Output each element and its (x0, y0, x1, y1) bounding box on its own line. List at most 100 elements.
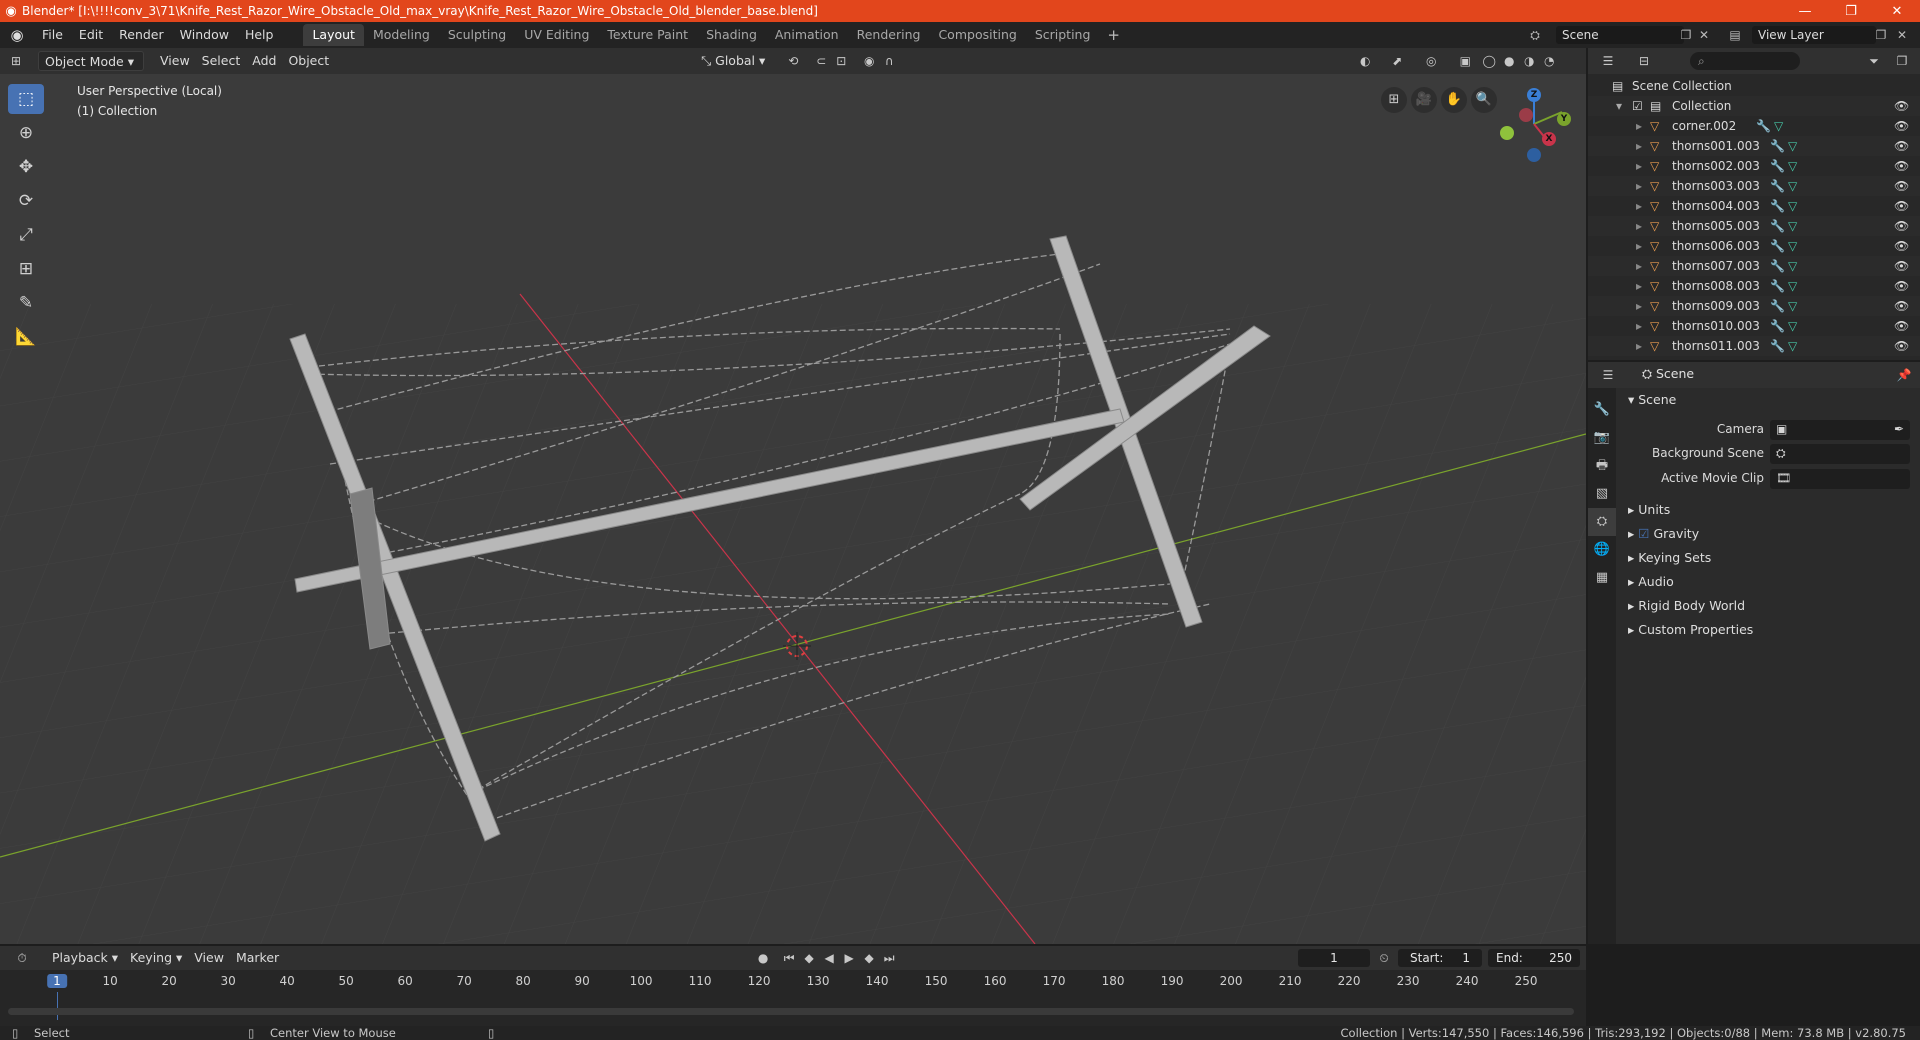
menu-view[interactable]: View (154, 51, 196, 71)
expand-icon[interactable]: ▸ (1636, 236, 1642, 256)
eye-icon[interactable]: 👁 (1894, 256, 1909, 276)
camera-field[interactable]: ▣ ✒ (1770, 420, 1910, 440)
play-icon[interactable]: ▶ (839, 948, 859, 968)
timeline-scrollbar[interactable] (8, 1008, 1574, 1015)
tab-compositing[interactable]: Compositing (929, 24, 1025, 46)
outliner-row-object[interactable]: ▸ ▽ thorns001.003 🔧 ▽ 👁 (1588, 136, 1920, 156)
end-frame-field[interactable]: End: 250 (1488, 949, 1580, 967)
cursor-tool[interactable]: ⊕ (8, 118, 44, 148)
background-scene-field[interactable]: ⛭ (1770, 444, 1910, 464)
proportional-edit-icon[interactable]: ◉ (859, 51, 879, 71)
menu-object[interactable]: Object (282, 51, 335, 71)
modifier-wrench-icon[interactable]: 🔧 (1770, 276, 1785, 296)
mesh-data-icon[interactable]: ▽ (1788, 196, 1797, 216)
pan-view-icon[interactable]: ✋ (1441, 87, 1467, 113)
mesh-data-icon[interactable]: ▽ (1788, 316, 1797, 336)
menu-playback[interactable]: Playback ▾ (46, 948, 124, 968)
rotate-tool[interactable]: ⟳ (8, 186, 44, 216)
custom-properties-panel[interactable]: ▸ Custom Properties (1628, 622, 1753, 637)
expand-icon[interactable]: ▸ (1636, 336, 1642, 356)
expand-icon[interactable]: ▸ (1636, 216, 1642, 236)
world-tab-icon[interactable]: 🌐 (1588, 536, 1616, 564)
menu-keying[interactable]: Keying ▾ (124, 948, 188, 968)
units-panel[interactable]: ▸ Units (1628, 502, 1670, 517)
gizmo-toggle-icon[interactable]: ⬈ (1387, 51, 1407, 71)
modifier-wrench-icon[interactable]: 🔧 (1770, 236, 1785, 256)
gravity-panel[interactable]: ▸ ☑ Gravity (1628, 526, 1699, 541)
outliner-row-object[interactable]: ▸ ▽ corner.002 🔧 ▽ 👁 (1588, 116, 1920, 136)
add-workspace-button[interactable]: + (1099, 24, 1128, 46)
tool-tab-icon[interactable]: 🔧 (1588, 396, 1616, 424)
eye-icon[interactable]: 👁 (1894, 156, 1909, 176)
snap-target-icon[interactable]: ⊡ (831, 51, 851, 71)
outliner-row-object[interactable]: ▸ ▽ thorns002.003 🔧 ▽ 👁 (1588, 156, 1920, 176)
expand-icon[interactable]: ▸ (1636, 316, 1642, 336)
mesh-data-icon[interactable]: ▽ (1788, 136, 1797, 156)
gizmo-neg-z[interactable] (1527, 148, 1541, 162)
start-frame-field[interactable]: Start: 1 (1398, 949, 1482, 967)
menu-window[interactable]: Window (172, 24, 237, 46)
gravity-checkbox[interactable]: ☑ (1638, 526, 1649, 541)
modifier-wrench-icon[interactable]: 🔧 (1770, 196, 1785, 216)
tab-animation[interactable]: Animation (766, 24, 848, 46)
modifier-wrench-icon[interactable]: 🔧 (1770, 256, 1785, 276)
gizmo-neg-x[interactable] (1519, 108, 1533, 122)
outliner-row-object[interactable]: ▸ ▽ thorns009.003 🔧 ▽ 👁 (1588, 296, 1920, 316)
shading-solid-icon[interactable]: ● (1499, 51, 1519, 71)
outliner-row-object[interactable]: ▸ ▽ thorns006.003 🔧 ▽ 👁 (1588, 236, 1920, 256)
outliner-row-object[interactable]: ▸ ▽ thorns004.003 🔧 ▽ 👁 (1588, 196, 1920, 216)
modifier-wrench-icon[interactable]: 🔧 (1756, 116, 1771, 136)
eye-icon[interactable]: 👁 (1894, 296, 1909, 316)
outliner-row-object[interactable]: ▸ ▽ thorns008.003 🔧 ▽ 👁 (1588, 276, 1920, 296)
eye-icon[interactable]: 👁 (1894, 136, 1909, 156)
gizmo-neg-y[interactable] (1500, 126, 1514, 140)
visibility-icon[interactable]: ◐ (1355, 51, 1375, 71)
mesh-data-icon[interactable]: ▽ (1788, 156, 1797, 176)
menu-help[interactable]: Help (237, 24, 282, 46)
outliner-row-scene-collection[interactable]: ▤ Scene Collection (1588, 76, 1920, 96)
maximize-button[interactable]: ❐ (1828, 0, 1874, 22)
tab-sculpting[interactable]: Sculpting (439, 24, 515, 46)
move-tool[interactable]: ✥ (8, 152, 44, 182)
3d-viewport[interactable]: User Perspective (Local) (1) Collection … (0, 74, 1586, 944)
menu-render[interactable]: Render (111, 24, 172, 46)
expand-icon[interactable]: ▸ (1636, 156, 1642, 176)
mesh-data-icon[interactable]: ▽ (1788, 176, 1797, 196)
preview-range-icon[interactable]: ⏲ (1374, 948, 1394, 968)
scene-selector[interactable]: Scene (1556, 26, 1684, 44)
expand-icon[interactable]: ▸ (1636, 116, 1642, 136)
modifier-wrench-icon[interactable]: 🔧 (1770, 156, 1785, 176)
new-scene-icon[interactable]: ❐ (1677, 26, 1695, 44)
overlays-icon[interactable]: ◎ (1421, 51, 1441, 71)
outliner-search-input[interactable]: ⌕ (1690, 52, 1800, 70)
modifier-wrench-icon[interactable]: 🔧 (1770, 336, 1785, 356)
tab-shading[interactable]: Shading (697, 24, 766, 46)
select-box-tool[interactable]: ⬚ (8, 84, 44, 114)
expand-icon[interactable]: ▸ (1636, 276, 1642, 296)
mesh-data-icon[interactable]: ▽ (1774, 116, 1783, 136)
eyedropper-icon[interactable]: ✒ (1894, 422, 1904, 436)
tab-scripting[interactable]: Scripting (1026, 24, 1100, 46)
gizmo-y[interactable]: Y (1557, 112, 1571, 126)
delete-view-layer-icon[interactable]: ✕ (1893, 26, 1911, 44)
menu-edit[interactable]: Edit (71, 24, 111, 46)
eye-icon[interactable]: 👁 (1894, 236, 1909, 256)
jump-start-icon[interactable]: ⏮ (779, 948, 799, 968)
filter-icon[interactable]: ⏷ (1864, 51, 1884, 71)
shading-rendered-icon[interactable]: ◔ (1539, 51, 1559, 71)
outliner-row-object[interactable]: ▸ ▽ thorns005.003 🔧 ▽ 👁 (1588, 216, 1920, 236)
object-mode-dropdown[interactable]: Object Mode ▾ (38, 51, 144, 71)
view-layer-browse-icon[interactable]: ▤ (1726, 26, 1744, 44)
scene-browse-icon[interactable]: ⛭ (1526, 26, 1544, 44)
gizmo-z[interactable]: Z (1527, 88, 1541, 102)
eye-icon[interactable]: 👁 (1894, 116, 1909, 136)
checkbox-icon[interactable]: ☑ (1632, 96, 1643, 116)
mesh-data-icon[interactable]: ▽ (1788, 276, 1797, 296)
keying-sets-panel[interactable]: ▸ Keying Sets (1628, 550, 1711, 565)
pivot-point-icon[interactable]: ⟲ (783, 51, 803, 71)
modifier-wrench-icon[interactable]: 🔧 (1770, 296, 1785, 316)
eye-icon[interactable]: 👁 (1894, 176, 1909, 196)
mesh-data-icon[interactable]: ▽ (1788, 236, 1797, 256)
tab-modeling[interactable]: Modeling (364, 24, 439, 46)
shading-material-icon[interactable]: ◑ (1519, 51, 1539, 71)
